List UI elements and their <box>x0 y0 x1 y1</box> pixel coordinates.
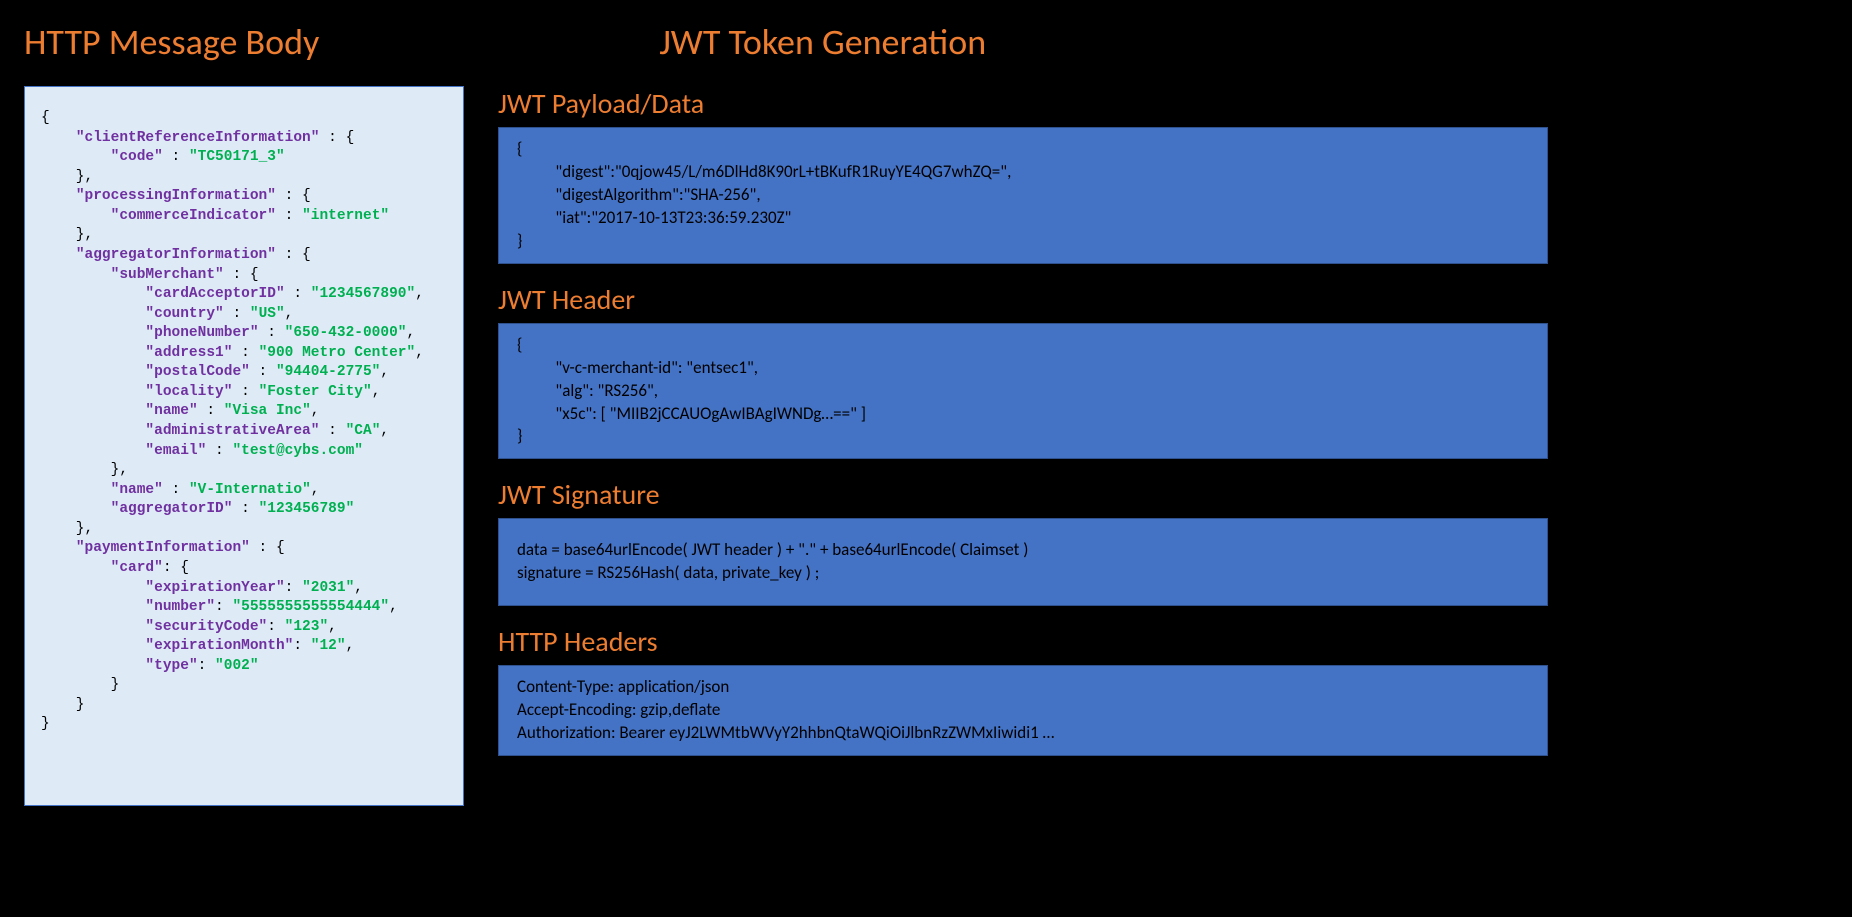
sig-line-2: signature = RS256Hash( data, private_key… <box>517 562 1529 585</box>
http-body-json: { "clientReferenceInformation" : { "code… <box>24 86 464 806</box>
jwt-payload-box: { "digest":"0qjow45/L/m6DlHd8K90rL+tBKuf… <box>498 127 1548 264</box>
sig-line-1: data = base64urlEncode( JWT header ) + "… <box>517 539 1529 562</box>
jwt-signature-box: data = base64urlEncode( JWT header ) + "… <box>498 518 1548 606</box>
section-title-payload: JWT Payload/Data <box>498 86 1548 121</box>
title-right: JWT Token Generation <box>659 20 986 64</box>
section-title-header: JWT Header <box>498 282 1548 317</box>
title-left: HTTP Message Body <box>24 20 319 64</box>
http-headers-box: Content-Type: application/json Accept-En… <box>498 665 1548 756</box>
section-title-http: HTTP Headers <box>498 624 1548 659</box>
section-title-signature: JWT Signature <box>498 477 1548 512</box>
jwt-column: JWT Payload/Data { "digest":"0qjow45/L/m… <box>498 86 1548 774</box>
title-row: HTTP Message Body JWT Token Generation <box>0 20 1852 64</box>
jwt-header-box: { "v-c-merchant-id": "entsec1", "alg": "… <box>498 323 1548 460</box>
